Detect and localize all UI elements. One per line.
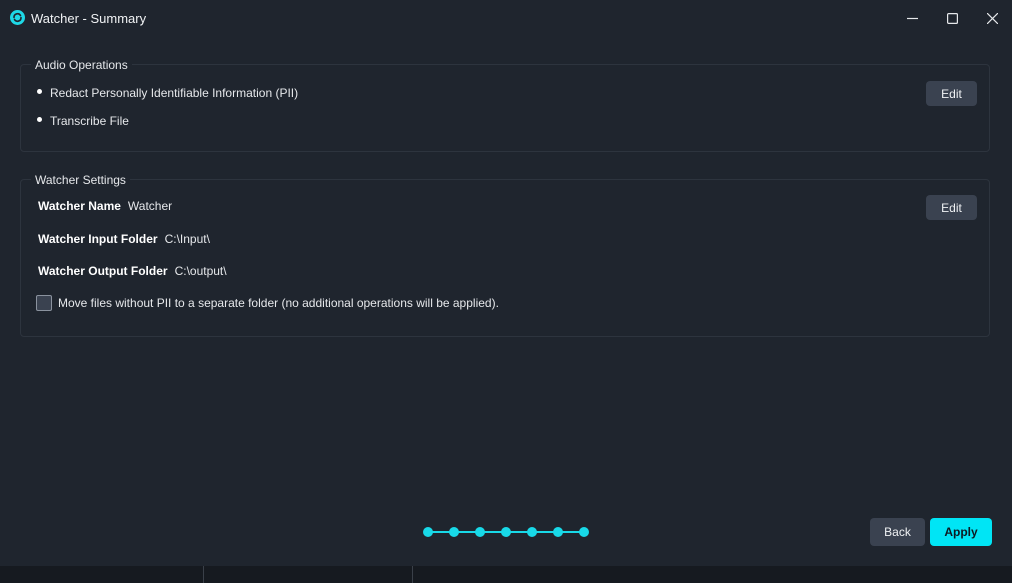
edit-watcher-settings-button[interactable]: Edit bbox=[926, 195, 977, 220]
step-dot bbox=[527, 527, 537, 537]
watcher-output-folder-row: Watcher Output Folder C:\output\ bbox=[38, 264, 227, 278]
back-button[interactable]: Back bbox=[870, 518, 925, 546]
wizard-step-indicator bbox=[423, 526, 589, 538]
watcher-input-folder-row: Watcher Input Folder C:\Input\ bbox=[38, 232, 210, 246]
bullet-icon bbox=[37, 116, 42, 122]
step-dot bbox=[423, 527, 433, 537]
watcher-settings-legend: Watcher Settings bbox=[31, 172, 130, 188]
minimize-button[interactable] bbox=[892, 4, 932, 32]
audio-operation-label: Redact Personally Identifiable Informati… bbox=[50, 86, 299, 100]
watcher-name-value: Watcher bbox=[127, 199, 173, 213]
close-icon bbox=[986, 12, 998, 24]
title-bar: Watcher - Summary bbox=[0, 0, 1012, 36]
watcher-output-folder-value: C:\output\ bbox=[174, 264, 227, 278]
watcher-input-folder-value: C:\Input\ bbox=[164, 232, 210, 246]
move-files-option[interactable]: Move files without PII to a separate fol… bbox=[36, 295, 499, 311]
watcher-name-label: Watcher Name bbox=[38, 199, 121, 213]
watcher-summary-window: Watcher - Summary Audio Operations Redac… bbox=[0, 0, 1012, 583]
edit-audio-operations-button[interactable]: Edit bbox=[926, 81, 977, 106]
step-dot bbox=[501, 527, 511, 537]
minimize-icon bbox=[906, 13, 918, 24]
maximize-button[interactable] bbox=[932, 4, 972, 32]
step-dot bbox=[449, 527, 459, 537]
audio-operations-panel: Audio Operations Redact Personally Ident… bbox=[20, 57, 990, 152]
maximize-icon bbox=[946, 12, 958, 24]
watcher-output-folder-label: Watcher Output Folder bbox=[38, 264, 168, 278]
audio-operation-item: Redact Personally Identifiable Informati… bbox=[37, 86, 298, 100]
watcher-settings-panel: Watcher Settings Watcher Name Watcher Wa… bbox=[20, 172, 990, 337]
close-button[interactable] bbox=[972, 4, 1012, 32]
step-dot bbox=[579, 527, 589, 537]
step-dot bbox=[475, 527, 485, 537]
bullet-icon bbox=[37, 88, 42, 94]
taskbar-divider bbox=[203, 566, 204, 583]
app-logo-icon bbox=[10, 10, 25, 25]
taskbar-divider bbox=[412, 566, 413, 583]
watcher-name-row: Watcher Name Watcher bbox=[38, 199, 172, 213]
move-files-label[interactable]: Move files without PII to a separate fol… bbox=[58, 296, 499, 310]
apply-button[interactable]: Apply bbox=[930, 518, 992, 546]
audio-operations-legend: Audio Operations bbox=[31, 57, 132, 73]
step-dot bbox=[553, 527, 563, 537]
taskbar-strip bbox=[0, 566, 1012, 583]
audio-operation-item: Transcribe File bbox=[37, 114, 129, 128]
move-files-checkbox[interactable] bbox=[36, 295, 52, 311]
watcher-input-folder-label: Watcher Input Folder bbox=[38, 232, 158, 246]
audio-operation-label: Transcribe File bbox=[50, 114, 129, 128]
window-title: Watcher - Summary bbox=[31, 11, 147, 26]
